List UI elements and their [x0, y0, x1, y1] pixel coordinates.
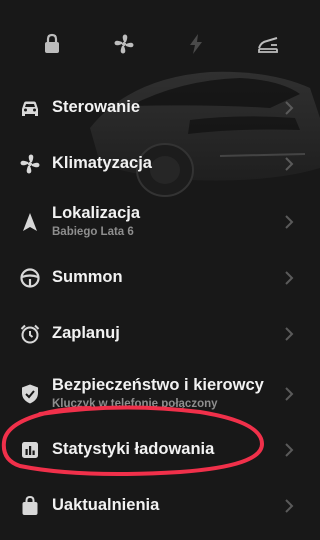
menu-item-climate[interactable]: Klimatyzacja — [0, 148, 320, 182]
quick-actions-bar — [0, 30, 320, 60]
chevron-right-icon — [283, 442, 295, 458]
lock-button[interactable] — [38, 30, 66, 58]
menu-item-label: Lokalizacja — [52, 204, 141, 222]
menu-item-label: Bezpieczeństwo i kierowcy — [52, 376, 264, 394]
shield-icon — [19, 383, 41, 405]
fan-icon — [114, 34, 134, 54]
climate-button[interactable] — [110, 30, 138, 58]
menu-item-schedule[interactable]: Zaplanuj — [0, 318, 320, 352]
chevron-right-icon — [283, 156, 295, 172]
menu-item-security[interactable]: Bezpieczeństwo i kierowcy Kluczyk w tele… — [0, 372, 320, 416]
fan-icon — [19, 153, 41, 175]
chevron-right-icon — [283, 100, 295, 116]
car-image — [70, 58, 320, 208]
menu-item-controls[interactable]: Sterowanie — [0, 92, 320, 126]
menu-item-label: Statystyki ładowania — [52, 440, 215, 458]
navigation-arrow-icon — [19, 211, 41, 233]
steering-wheel-icon — [19, 267, 41, 289]
menu-item-label: Summon — [52, 268, 123, 286]
shopping-bag-icon — [19, 495, 41, 517]
chevron-right-icon — [283, 498, 295, 514]
chevron-right-icon — [283, 326, 295, 342]
menu-item-summon[interactable]: Summon — [0, 262, 320, 296]
car-icon — [19, 97, 41, 119]
lightning-icon — [190, 34, 202, 54]
menu-item-upgrades[interactable]: Uaktualnienia — [0, 490, 320, 524]
chevron-right-icon — [283, 270, 295, 286]
menu-item-label: Zaplanuj — [52, 324, 120, 342]
phone-key-status: Kluczyk w telefonie połączony — [52, 398, 218, 410]
menu-item-location[interactable]: Lokalizacja Babiego Lata 6 — [0, 200, 320, 244]
chevron-right-icon — [283, 214, 295, 230]
charge-button[interactable] — [182, 30, 210, 58]
vehicle-controls-screen: Sterowanie Klimatyzacja Lokalizacja Babi… — [0, 0, 320, 540]
menu-item-label: Uaktualnienia — [52, 496, 160, 514]
menu-item-label: Klimatyzacja — [52, 154, 152, 172]
frunk-icon — [258, 37, 278, 53]
menu-item-charging-stats[interactable]: Statystyki ładowania — [0, 434, 320, 468]
menu-item-label: Sterowanie — [52, 98, 141, 116]
frunk-button[interactable] — [254, 30, 282, 58]
bar-chart-icon — [19, 439, 41, 461]
lock-icon — [45, 33, 59, 53]
location-address: Babiego Lata 6 — [52, 226, 134, 238]
chevron-right-icon — [283, 386, 295, 402]
alarm-clock-icon — [19, 323, 41, 345]
